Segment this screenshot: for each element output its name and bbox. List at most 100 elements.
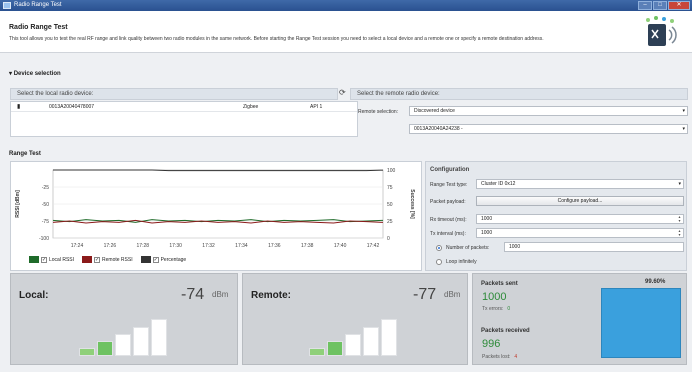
local-device-list[interactable]: ▮ 0013A20040478007 Zigbee API 1 bbox=[10, 101, 358, 137]
chevron-down-icon: ▾ bbox=[682, 108, 685, 114]
rx-timeout-label: Rx timeout (ms): bbox=[430, 217, 467, 223]
legend-swatch bbox=[82, 256, 93, 263]
remote-rssi-label: Remote: bbox=[251, 290, 292, 301]
number-of-packets-radio[interactable] bbox=[436, 245, 442, 251]
signal-bar bbox=[133, 327, 149, 356]
tool-header: Radio Range Test This tool allows you to… bbox=[0, 11, 692, 53]
legend-checkbox[interactable]: ✓ bbox=[94, 256, 101, 263]
local-rssi-label: Local: bbox=[19, 290, 49, 301]
tx-interval-input[interactable]: 1000 ▴ ▾ bbox=[476, 228, 684, 238]
minimize-button[interactable]: – bbox=[638, 1, 652, 10]
loop-infinitely-radio[interactable] bbox=[436, 259, 442, 265]
x-tick-label: 17:38 bbox=[301, 243, 314, 249]
x-tick-label: 17:28 bbox=[137, 243, 150, 249]
y2-tick-label: 100 bbox=[387, 168, 396, 174]
device-firmware: API 1 bbox=[310, 104, 323, 110]
x-tick-label: 17:26 bbox=[104, 243, 117, 249]
y2-tick-label: 0 bbox=[387, 236, 390, 242]
spinner-icon[interactable]: ▴ ▾ bbox=[676, 215, 683, 223]
local-signal-bars bbox=[79, 319, 167, 356]
chevron-down-icon: ▾ bbox=[682, 126, 685, 132]
remote-rssi-card: Remote: -77 dBm bbox=[242, 273, 468, 365]
x-tick-label: 17:30 bbox=[169, 243, 182, 249]
remote-device-select[interactable]: 0013A20040A24238 - ▾ bbox=[409, 124, 688, 134]
y-tick-label: -100 bbox=[39, 236, 49, 242]
local-rssi-value: -74 bbox=[181, 286, 205, 303]
close-button[interactable]: ✕ bbox=[668, 1, 690, 10]
range-test-heading: Range Test bbox=[9, 151, 41, 157]
app-icon bbox=[3, 2, 11, 9]
configure-payload-button[interactable]: Configure payload... bbox=[476, 196, 684, 206]
signal-bar bbox=[79, 348, 95, 356]
legend-local-rssi[interactable]: ✓ Local RSSI bbox=[29, 256, 74, 263]
y2-tick-label: 75 bbox=[387, 185, 393, 191]
maximize-button[interactable]: □ bbox=[653, 1, 667, 10]
device-selection-heading[interactable]: ▾ Device selection bbox=[9, 70, 61, 77]
remote-selection-select[interactable]: Discovered device ▾ bbox=[409, 106, 688, 116]
y2-tick-label: 25 bbox=[387, 219, 393, 225]
page-title: Radio Range Test bbox=[9, 24, 68, 31]
loop-infinitely-label: Loop infinitely bbox=[446, 259, 477, 265]
y-tick-label: -75 bbox=[42, 219, 49, 225]
packets-lost: Packets lost: 4 bbox=[482, 354, 518, 360]
remote-device-header: Select the remote radio device: bbox=[350, 88, 688, 100]
packets-sent-label: Packets sent bbox=[481, 281, 518, 287]
signal-bar bbox=[363, 327, 379, 356]
local-rssi-card: Local: -74 dBm bbox=[10, 273, 238, 365]
packets-card: Packets sent 1000 Tx errors: 0 Packets re… bbox=[472, 273, 687, 365]
spinner-icon[interactable]: ▴ ▾ bbox=[676, 229, 683, 237]
signal-bar bbox=[97, 341, 113, 356]
y-axis-label: RSSI [dBm] bbox=[15, 190, 21, 218]
window-title: Radio Range Test bbox=[14, 2, 62, 8]
signal-bar bbox=[381, 319, 397, 356]
refresh-icon[interactable]: ⟳ bbox=[339, 89, 347, 97]
y2-axis-label: Success [%] bbox=[409, 189, 415, 219]
configuration-panel: Configuration Range Test type: Cluster I… bbox=[425, 161, 687, 271]
local-device-header: Select the local radio device: bbox=[10, 88, 338, 100]
chevron-down-icon: ▾ bbox=[678, 181, 681, 187]
test-type-select[interactable]: Cluster ID 0x12 ▾ bbox=[476, 179, 684, 189]
page-description: This tool allows you to test the real RF… bbox=[9, 36, 544, 42]
packets-received-value: 996 bbox=[482, 338, 501, 350]
legend-percentage[interactable]: ✓ Percentage bbox=[140, 256, 186, 263]
remote-rssi-value: -77 bbox=[413, 286, 437, 303]
x-tick-label: 17:24 bbox=[71, 243, 84, 249]
x-tick-label: 17:34 bbox=[235, 243, 248, 249]
x-tick-label: 17:36 bbox=[268, 243, 281, 249]
local-device-row[interactable]: ▮ 0013A20040478007 Zigbee API 1 bbox=[11, 102, 357, 112]
legend-checkbox[interactable]: ✓ bbox=[152, 256, 159, 263]
device-protocol: Zigbee bbox=[243, 104, 259, 110]
packets-sent-value: 1000 bbox=[482, 291, 507, 303]
window-controls: – □ ✕ bbox=[638, 1, 690, 10]
y-tick-label: -50 bbox=[42, 202, 49, 208]
tx-interval-label: Tx interval (ms): bbox=[430, 231, 466, 237]
number-of-packets-input[interactable]: 1000 bbox=[504, 242, 684, 252]
test-type-label: Range Test type: bbox=[430, 182, 468, 188]
rx-timeout-input[interactable]: 1000 ▴ ▾ bbox=[476, 214, 684, 224]
legend-remote-rssi[interactable]: ✓ Remote RSSI bbox=[82, 256, 133, 263]
x-tick-label: 17:42 bbox=[367, 243, 380, 249]
remote-rssi-unit: dBm bbox=[444, 290, 461, 299]
signal-bar bbox=[309, 348, 325, 356]
legend-swatch bbox=[140, 256, 151, 263]
window-titlebar: Radio Range Test – □ ✕ bbox=[0, 0, 692, 11]
local-rssi-unit: dBm bbox=[212, 290, 229, 299]
rssi-chart: -25 -50 -75 -100 100 75 50 25 0 17:24 17:26 17:28 17… bbox=[10, 161, 422, 271]
x-tick-label: 17:32 bbox=[202, 243, 215, 249]
signal-bar bbox=[151, 319, 167, 356]
success-percentage: 99.60% bbox=[645, 279, 666, 285]
number-of-packets-label: Number of packets: bbox=[446, 245, 490, 251]
configuration-heading: Configuration bbox=[430, 167, 470, 173]
remote-selection-label: Remote selection: bbox=[358, 109, 399, 115]
device-icon: ▮ bbox=[17, 104, 21, 110]
remote-signal-bars bbox=[309, 319, 397, 356]
y-tick-label: -25 bbox=[42, 185, 49, 191]
rssi-chart-svg: -25 -50 -75 -100 100 75 50 25 0 17:24 17:26 17:28 17… bbox=[15, 168, 415, 249]
signal-bar bbox=[345, 334, 361, 356]
range-test-logo-icon bbox=[646, 16, 677, 46]
x-tick-label: 17:40 bbox=[334, 243, 347, 249]
success-percentage-block bbox=[601, 288, 681, 358]
legend-checkbox[interactable]: ✓ bbox=[41, 256, 47, 263]
payload-label: Packet payload: bbox=[430, 199, 466, 205]
signal-bar bbox=[115, 334, 131, 356]
